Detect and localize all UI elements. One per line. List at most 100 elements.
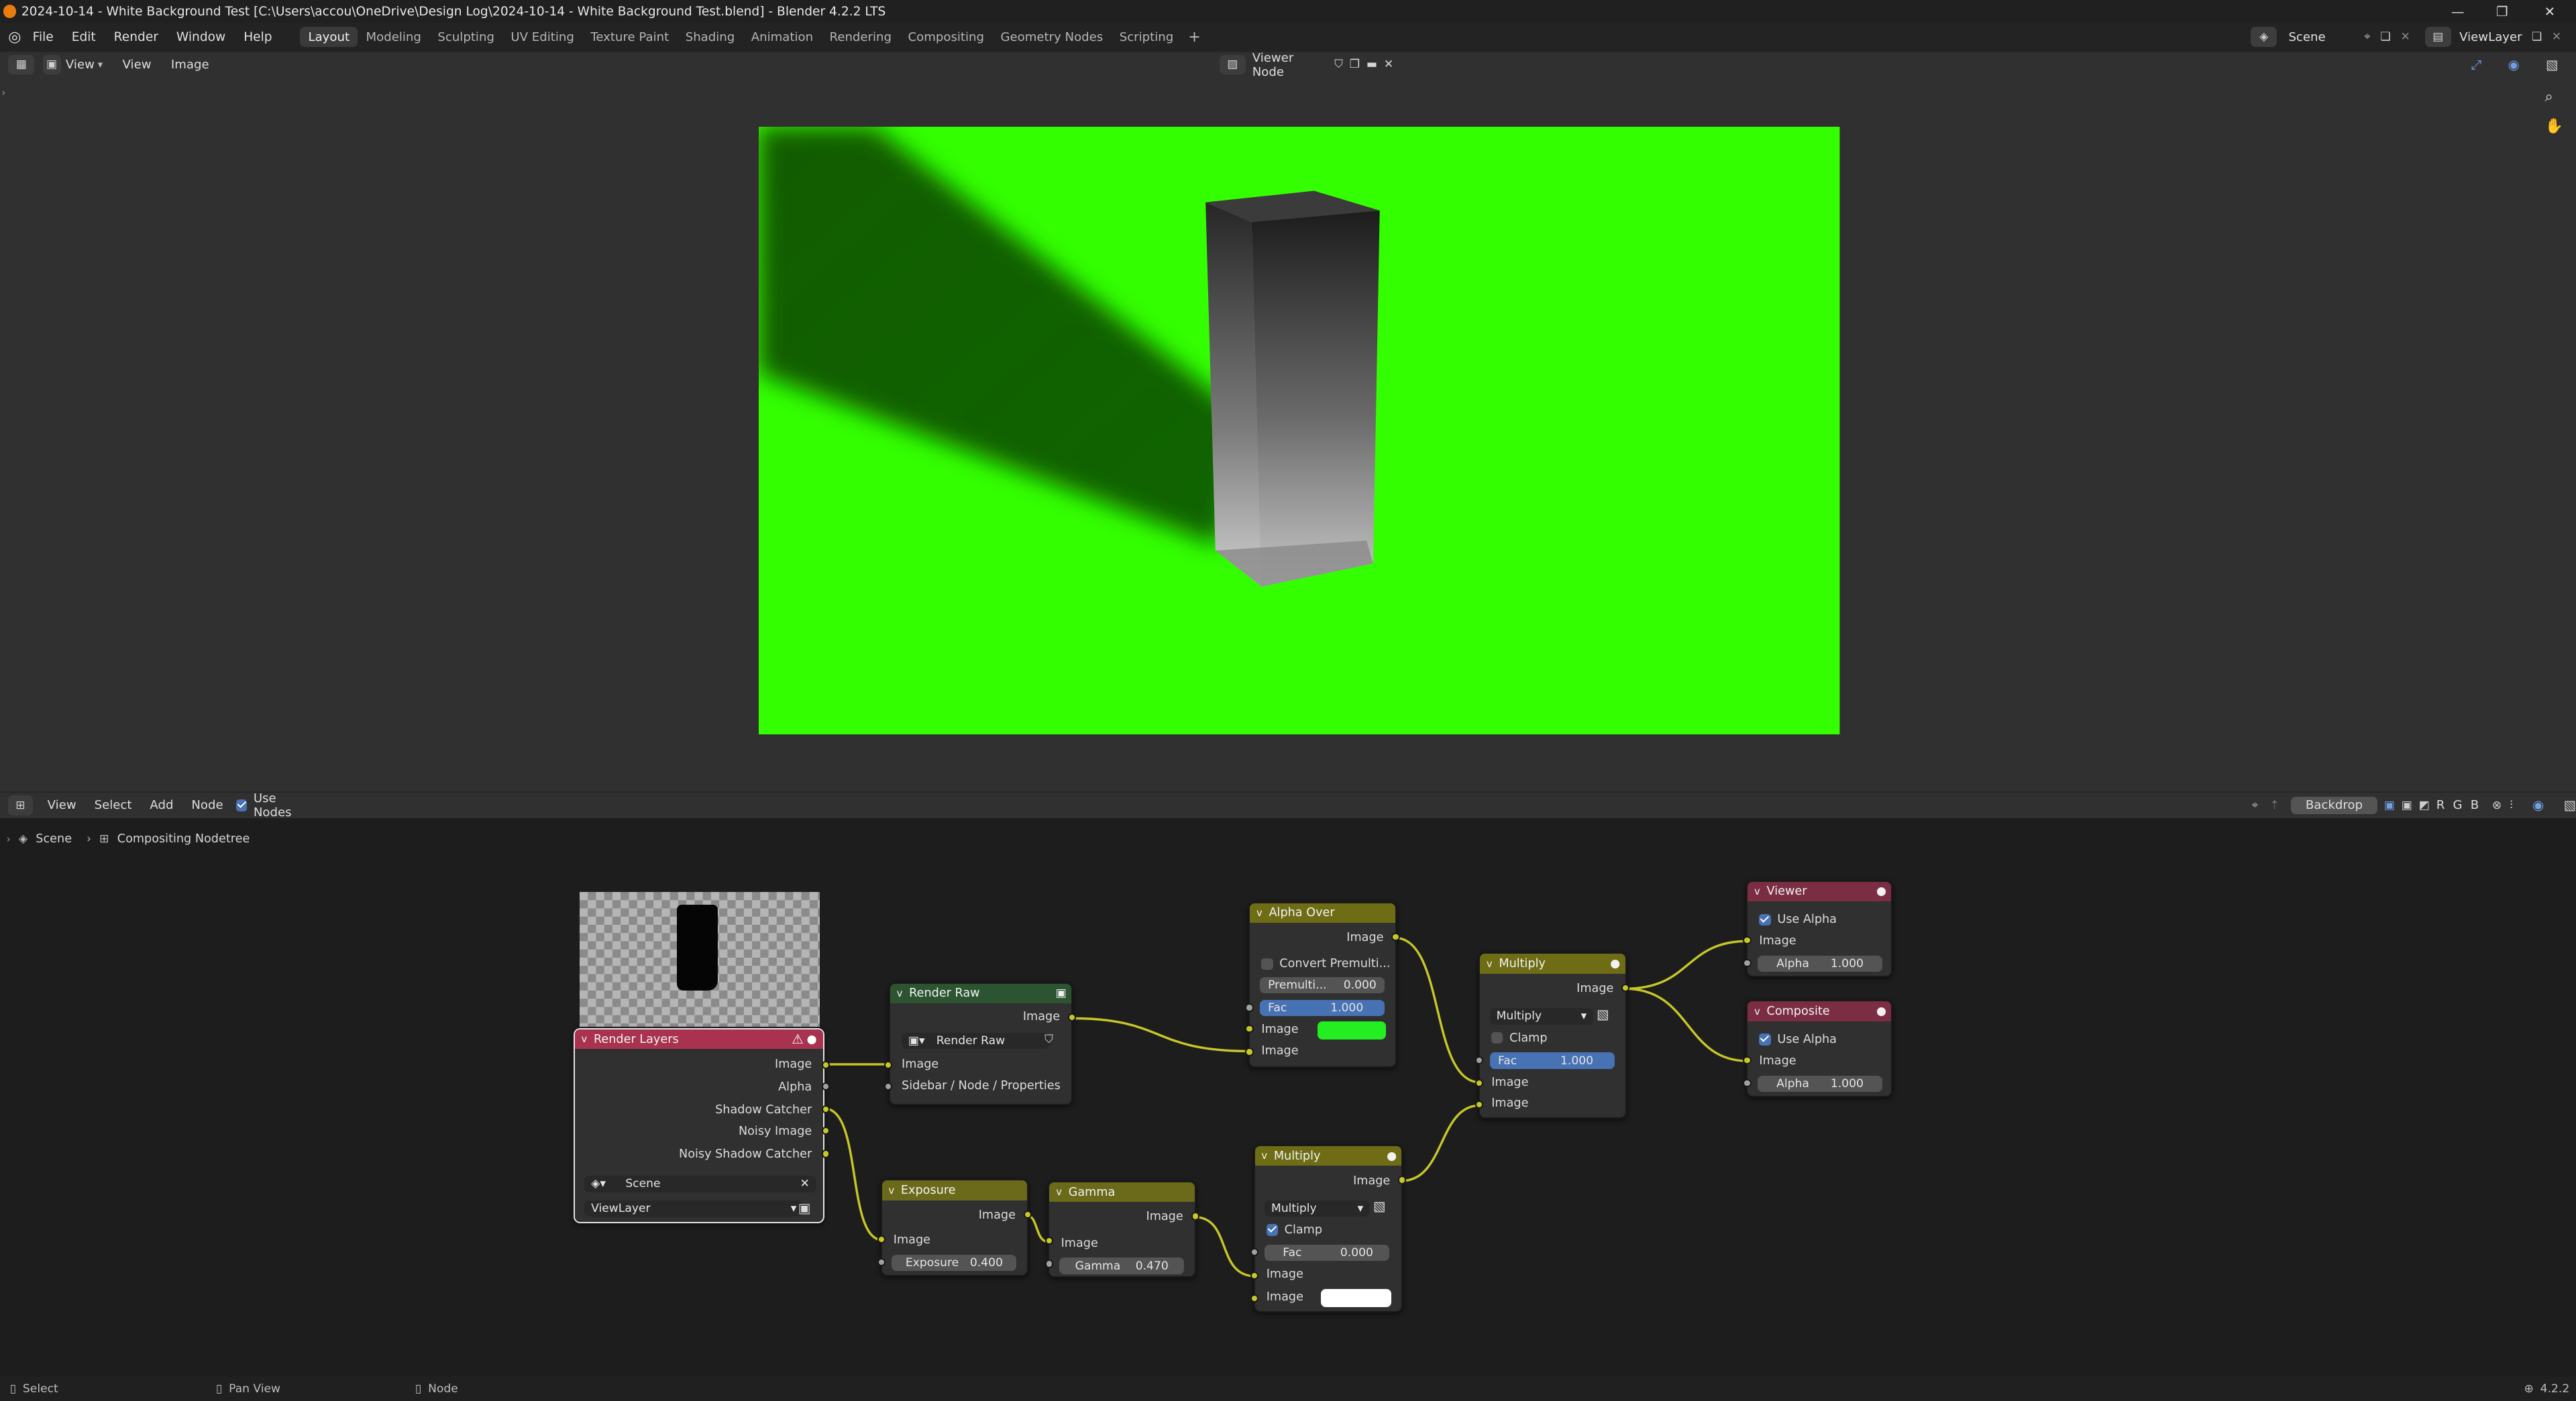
- clamp-checkbox[interactable]: Clamp: [1266, 1223, 1322, 1237]
- editor-type-icon[interactable]: ▦: [8, 54, 35, 75]
- unlink-image-icon[interactable]: ✕: [1384, 58, 1393, 71]
- gizmo-toggle-icon[interactable]: ⤢: [2471, 57, 2482, 72]
- tab-shading[interactable]: Shading: [677, 27, 743, 48]
- socket-rr-hint[interactable]: [883, 1082, 892, 1091]
- tab-layout[interactable]: Layout: [300, 26, 358, 48]
- menu-help[interactable]: Help: [244, 30, 272, 44]
- node-group-icon[interactable]: ▣: [1056, 987, 1067, 1000]
- tab-texture-paint[interactable]: Texture Paint: [582, 27, 677, 48]
- scene-browse-icon[interactable]: ◈▾: [591, 1177, 606, 1190]
- color-swatch[interactable]: [1320, 1289, 1391, 1307]
- socket-rl-noisy[interactable]: [821, 1127, 830, 1135]
- new-viewlayer-icon[interactable]: ❏: [2532, 30, 2542, 44]
- menu-node-node[interactable]: Node: [191, 798, 223, 812]
- alpha-over-node[interactable]: v Alpha Over Image Convert Premulti... Pr…: [1248, 901, 1397, 1068]
- collapse-chevron-icon[interactable]: v: [888, 1185, 894, 1196]
- tab-rendering[interactable]: Rendering: [821, 27, 900, 48]
- use-nodes-checkbox[interactable]: Use Nodes: [236, 791, 313, 820]
- tab-sculpting[interactable]: Sculpting: [429, 27, 502, 48]
- snap-mode-icon[interactable]: ⫶: [2510, 799, 2512, 812]
- fake-user-icon[interactable]: ⛉: [1044, 1033, 1053, 1046]
- scene-selector[interactable]: ◈ Scene ⌖ ❏ ✕: [2251, 26, 2410, 48]
- exposure-field[interactable]: Exposure 0.400: [892, 1254, 1017, 1272]
- render-icon[interactable]: ●: [807, 1033, 817, 1046]
- minimize-icon[interactable]: —: [2447, 0, 2469, 23]
- pin-node-tree-icon[interactable]: ⌖: [2252, 799, 2259, 812]
- tab-geometry-nodes[interactable]: Geometry Nodes: [992, 27, 1111, 48]
- menu-node-select[interactable]: Select: [95, 798, 132, 812]
- restore-icon[interactable]: ❐: [2491, 0, 2514, 23]
- collapse-chevron-icon[interactable]: v: [1256, 907, 1263, 919]
- collapse-chevron-icon[interactable]: v: [581, 1033, 587, 1045]
- sidebar-toggle-icon[interactable]: ▧: [2546, 57, 2559, 72]
- tab-animation[interactable]: Animation: [743, 27, 822, 48]
- socket-exposure-in[interactable]: [877, 1235, 885, 1243]
- use-alpha-checkbox[interactable]: Use Alpha: [1759, 1033, 1837, 1046]
- tab-uv-editing[interactable]: UV Editing: [502, 27, 582, 48]
- socket-viewer-in[interactable]: [1743, 936, 1752, 945]
- open-image-icon[interactable]: ▬: [1366, 58, 1377, 71]
- clamp-checkbox[interactable]: Clamp: [1491, 1031, 1548, 1045]
- breadcrumb-nodetree[interactable]: Compositing Nodetree: [117, 832, 250, 846]
- color-swatch[interactable]: [1317, 1021, 1387, 1040]
- convert-premultiplied-checkbox[interactable]: Convert Premulti...: [1261, 957, 1390, 970]
- socket-mb-in1[interactable]: [1250, 1271, 1258, 1280]
- socket-exposure-value[interactable]: [877, 1257, 885, 1267]
- zoom-icon[interactable]: ⌕: [2545, 89, 2553, 105]
- menu-edit[interactable]: Edit: [72, 30, 96, 44]
- gamma-header[interactable]: v Gamma: [1049, 1182, 1195, 1202]
- socket-gamma-in[interactable]: [1044, 1237, 1053, 1245]
- use-alpha-toggle-icon[interactable]: ▧: [1597, 1007, 1609, 1022]
- channel-g[interactable]: G: [2453, 798, 2463, 812]
- snap-icon[interactable]: ⊗: [2492, 799, 2502, 812]
- blend-mode-dropdown[interactable]: Multiply ▾: [1265, 1200, 1370, 1217]
- view-mode-dropdown[interactable]: View: [66, 58, 95, 72]
- alpha-field[interactable]: Alpha 1.000: [1757, 1075, 1883, 1092]
- socket-ao-out[interactable]: [1391, 933, 1400, 942]
- sidebar-expand-icon[interactable]: ›: [1, 87, 5, 99]
- socket-composite-in[interactable]: [1743, 1056, 1752, 1064]
- socket-mb-out[interactable]: [1398, 1176, 1407, 1184]
- render-layers-layer-field[interactable]: ViewLayer ▾: [584, 1200, 804, 1217]
- preview-icon[interactable]: ●: [1387, 1150, 1397, 1163]
- menu-node-view[interactable]: View: [48, 798, 76, 812]
- render-layers-node[interactable]: v Render Layers ⚠ ● Image Alpha Shadow Ca…: [573, 1028, 825, 1224]
- preview-icon[interactable]: ●: [1876, 885, 1886, 898]
- backdrop-toggle[interactable]: Backdrop: [2290, 797, 2377, 814]
- socket-composite-alpha[interactable]: [1743, 1078, 1752, 1088]
- socket-gamma-out[interactable]: [1191, 1212, 1199, 1221]
- shield-icon[interactable]: ⛉: [1334, 58, 1343, 71]
- tab-compositing[interactable]: Compositing: [900, 27, 992, 48]
- image-name-field[interactable]: Viewer Node: [1252, 51, 1328, 79]
- backdrop-alpha-icon[interactable]: ◩: [2419, 799, 2430, 812]
- exposure-header[interactable]: v Exposure: [881, 1180, 1028, 1200]
- socket-rl-noisy-shadow[interactable]: [821, 1150, 830, 1158]
- channel-r[interactable]: R: [2436, 798, 2445, 812]
- collapse-chevron-icon[interactable]: v: [1487, 958, 1493, 970]
- viewer-node[interactable]: v Viewer ● Use Alpha Image Alpha 1.000: [1746, 880, 1893, 978]
- socket-viewer-alpha[interactable]: [1743, 959, 1752, 968]
- breadcrumb-scene[interactable]: Scene: [36, 832, 72, 846]
- backdrop-color-icon[interactable]: ▣: [2384, 799, 2395, 812]
- socket-rr-in[interactable]: [883, 1061, 892, 1070]
- pin-icon[interactable]: ⌖: [2364, 30, 2371, 44]
- menu-image[interactable]: Image: [171, 58, 209, 72]
- blend-mode-dropdown[interactable]: Multiply ▾: [1489, 1008, 1594, 1025]
- breadcrumb-expand-icon[interactable]: ›: [7, 834, 11, 845]
- node-sidebar-toggle-icon[interactable]: ▧: [2564, 797, 2576, 813]
- multiply-top-node[interactable]: v Multiply ● Image Multiply ▾ ▧ Clamp Fac 1.…: [1479, 952, 1627, 1119]
- new-scene-icon[interactable]: ❏: [2380, 30, 2390, 44]
- pan-hand-icon[interactable]: ✋: [2545, 118, 2563, 135]
- use-alpha-checkbox[interactable]: Use Alpha: [1759, 913, 1837, 926]
- socket-ao-in2[interactable]: [1245, 1048, 1254, 1056]
- browse-image-icon[interactable]: ▨: [1219, 54, 1246, 75]
- collapse-chevron-icon[interactable]: v: [1754, 1006, 1760, 1017]
- scene-name[interactable]: Scene: [2288, 30, 2354, 44]
- menu-node-add[interactable]: Add: [150, 798, 173, 812]
- use-alpha-toggle-icon[interactable]: ▧: [1373, 1198, 1386, 1214]
- tab-modeling[interactable]: Modeling: [358, 27, 429, 48]
- socket-rl-shadow[interactable]: [821, 1105, 830, 1114]
- collapse-chevron-icon[interactable]: v: [897, 988, 903, 999]
- socket-gamma-value[interactable]: [1044, 1259, 1053, 1268]
- collapse-chevron-icon[interactable]: v: [1754, 886, 1760, 897]
